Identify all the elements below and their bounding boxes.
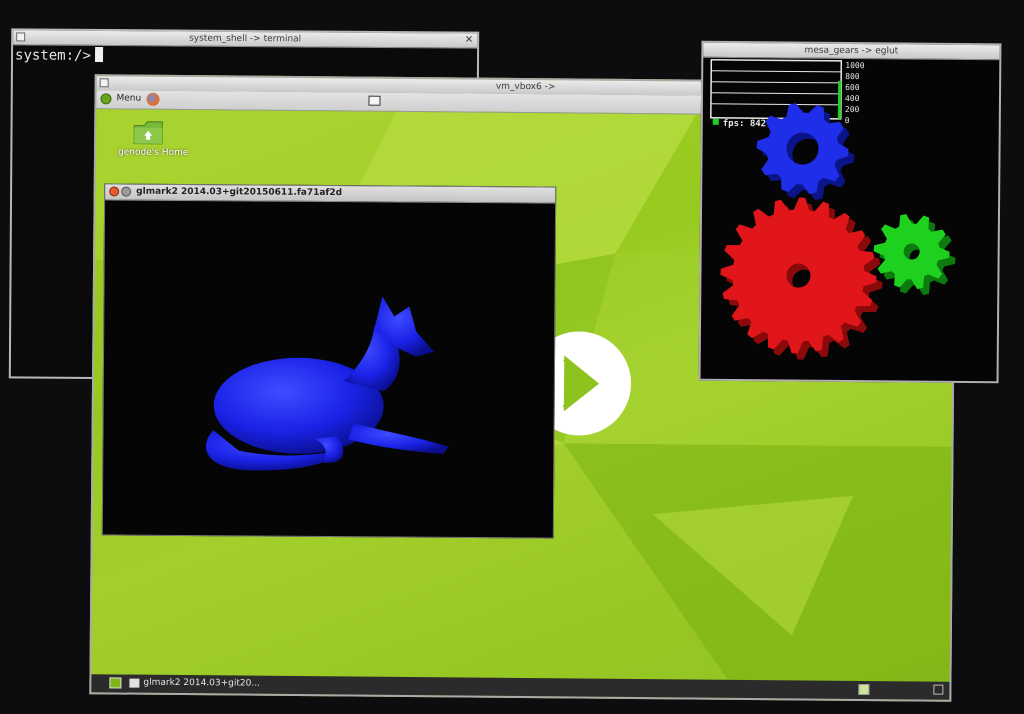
vbox-title: vm_vbox6 -> — [495, 81, 556, 93]
firefox-icon[interactable] — [146, 92, 160, 106]
glmark-render — [205, 296, 449, 471]
red-gear — [720, 197, 883, 360]
close-icon[interactable] — [109, 186, 120, 197]
fps-swatch — [712, 118, 719, 125]
tray-window-icon[interactable] — [933, 684, 944, 695]
scale-label: 400 — [845, 94, 860, 103]
glmark-window[interactable]: glmark2 2014.03+git20150611.fa71af2d — [101, 183, 557, 539]
tray-icon[interactable] — [858, 683, 870, 696]
folder-icon — [133, 121, 163, 145]
window-menu-icon[interactable] — [16, 32, 26, 42]
close-icon[interactable]: ✕ — [465, 34, 473, 48]
terminal-title: system_shell -> terminal — [189, 33, 302, 45]
scale-label: 1000 — [845, 61, 865, 70]
scale-label: 800 — [845, 72, 860, 81]
screen-icon[interactable] — [368, 95, 381, 106]
gears-title: mesa_gears -> eglut — [804, 45, 899, 57]
scale-label: 600 — [845, 83, 860, 92]
window-icon — [129, 678, 140, 688]
terminal-prompt: system:/> — [14, 47, 91, 64]
green-gear — [873, 213, 956, 296]
show-desktop-icon[interactable] — [109, 677, 122, 689]
scale-label: 0 — [845, 116, 850, 125]
desktop-icon-label[interactable]: genode's Home — [118, 147, 188, 158]
fox-model — [205, 296, 449, 471]
menu-button[interactable]: Menu — [116, 93, 141, 103]
scale-label: 200 — [845, 105, 860, 114]
taskbar-item-glmark[interactable]: glmark2 2014.03+git20... — [143, 678, 260, 689]
text-cursor — [94, 46, 103, 63]
window-menu-icon[interactable] — [99, 78, 109, 88]
gears-window[interactable]: mesa_gears -> eglut 1000 800 600 400 200… — [698, 40, 1002, 384]
minimize-icon[interactable] — [121, 186, 132, 197]
desktop-icon-home[interactable] — [128, 120, 168, 150]
glmark-title: glmark2 2014.03+git20150611.fa71af2d — [136, 186, 343, 199]
menu-icon[interactable] — [100, 93, 112, 105]
gears-render: 1000 800 600 400 200 0 fps: 842.0 — [710, 59, 956, 360]
